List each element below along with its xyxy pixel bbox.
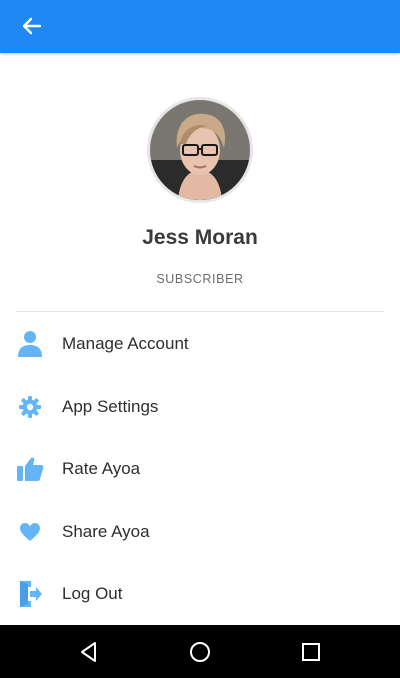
system-recents-button[interactable] <box>293 634 329 670</box>
triangle-back-icon <box>81 642 96 662</box>
profile-name: Jess Moran <box>142 226 258 249</box>
system-home-button[interactable] <box>182 634 218 670</box>
menu-label: Log Out <box>62 584 123 604</box>
menu-label: Manage Account <box>62 334 189 354</box>
profile-photo <box>150 100 250 200</box>
heart-icon <box>16 518 44 546</box>
back-button[interactable] <box>16 10 48 42</box>
avatar[interactable] <box>147 97 253 203</box>
account-menu: Manage Account App Settings Rate Ayoa Sh… <box>0 313 400 626</box>
logout-icon <box>16 580 44 608</box>
square-recents-icon <box>302 643 320 661</box>
menu-item-share-ayoa[interactable]: Share Ayoa <box>0 501 400 564</box>
menu-label: Share Ayoa <box>62 521 150 541</box>
circle-home-icon <box>190 642 210 662</box>
profile-role: SUBSCRIBER <box>156 272 244 286</box>
menu-item-rate-ayoa[interactable]: Rate Ayoa <box>0 438 400 501</box>
system-navigation-bar <box>0 625 400 678</box>
menu-item-log-out[interactable]: Log Out <box>0 563 400 626</box>
menu-label: Rate Ayoa <box>62 459 141 479</box>
arrow-left-icon <box>22 17 42 35</box>
menu-label: App Settings <box>62 396 159 416</box>
app-bar <box>0 0 400 53</box>
menu-item-manage-account[interactable]: Manage Account <box>0 313 400 376</box>
divider <box>16 311 384 312</box>
system-back-button[interactable] <box>71 634 107 670</box>
gear-icon <box>16 393 44 421</box>
person-icon <box>16 330 44 358</box>
thumbs-up-icon <box>16 455 44 483</box>
menu-item-app-settings[interactable]: App Settings <box>0 376 400 439</box>
